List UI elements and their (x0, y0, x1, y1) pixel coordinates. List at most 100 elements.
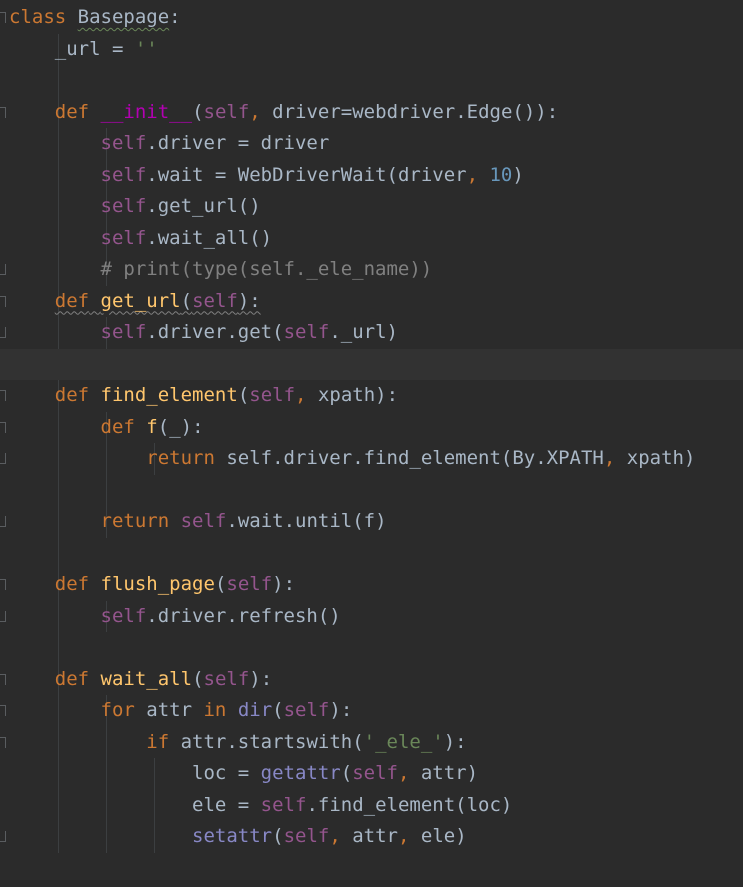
code-line[interactable] (0, 65, 743, 97)
code-token: _url = (9, 37, 135, 60)
code-token: xpath): (306, 384, 399, 406)
code-token: self (283, 699, 330, 721)
code-token: ele) (409, 825, 467, 847)
code-token: def (54, 289, 90, 312)
code-token: .driver.get( (146, 321, 284, 343)
fold-close-icon[interactable] (0, 327, 6, 338)
code-text: _url = '' (9, 34, 158, 66)
code-editor[interactable]: class Basepage: _url = '' def __init__(s… (0, 0, 743, 887)
code-line[interactable]: setattr(self, attr, ele) (0, 821, 743, 853)
code-line[interactable]: if attr.startswith('_ele_'): (0, 727, 743, 759)
code-line[interactable]: def f(_): (0, 412, 743, 444)
code-text: self.driver.get(self._url) (9, 317, 398, 349)
code-token: , (397, 825, 410, 847)
code-token: ( (272, 825, 284, 847)
code-token: Basepage (77, 6, 170, 28)
code-token: ._url) (329, 321, 398, 343)
code-line[interactable]: def flush_page(self): (0, 569, 743, 601)
fold-close-icon[interactable] (0, 453, 6, 464)
code-token: self (100, 226, 147, 249)
code-line[interactable]: loc = getattr(self, attr) (0, 758, 743, 790)
code-text: def wait_all(self): (9, 664, 272, 696)
fold-open-icon[interactable] (0, 12, 6, 23)
code-line[interactable]: class Basepage: (0, 2, 743, 34)
code-token: ): (329, 699, 353, 721)
code-token: .get_url() (146, 195, 261, 217)
code-text: self.get_url() (9, 191, 261, 223)
code-token: find_element (100, 384, 238, 406)
code-line[interactable] (0, 538, 743, 570)
code-token: self (352, 762, 398, 784)
fold-open-icon[interactable] (0, 106, 6, 118)
code-token: self (203, 100, 250, 123)
fold-open-icon[interactable] (0, 705, 6, 716)
code-line[interactable]: return self.driver.find_element(By.XPATH… (0, 443, 743, 475)
code-line[interactable]: self.driver.refresh() (0, 601, 743, 633)
code-token: ): (443, 730, 467, 753)
code-token: self (192, 289, 238, 312)
code-line[interactable]: _url = '' (0, 34, 743, 66)
fold-open-icon[interactable] (0, 421, 6, 433)
fold-open-icon[interactable] (0, 673, 6, 685)
fold-close-icon[interactable] (0, 264, 6, 275)
code-line[interactable]: self.get_url() (0, 191, 743, 223)
code-token: def (54, 667, 90, 690)
code-token: ) (512, 163, 524, 186)
code-token: __init__ (100, 100, 193, 123)
fold-open-icon[interactable] (0, 579, 6, 590)
code-token: self (100, 132, 147, 154)
code-line[interactable]: return self.wait.until(f) (0, 506, 743, 538)
code-text: def f(_): (9, 412, 204, 444)
fold-close-icon[interactable] (0, 516, 6, 527)
code-token: self.driver.find_element(By.XPATH (214, 447, 604, 469)
code-text: return self.wait.until(f) (9, 506, 387, 538)
code-line[interactable]: self.driver = driver (0, 128, 743, 160)
code-line[interactable]: def __init__(self, driver=webdriver.Edge… (0, 97, 743, 129)
fold-open-icon[interactable] (0, 295, 6, 307)
code-token: self (226, 573, 273, 595)
code-token: def (54, 573, 90, 595)
code-line[interactable]: def get_url(self): (0, 286, 743, 318)
code-token: .wait = WebDriverWait(driver (146, 163, 467, 186)
fold-open-icon[interactable] (0, 736, 6, 748)
code-text: return self.driver.find_element(By.XPATH… (9, 443, 695, 475)
code-line[interactable] (0, 632, 743, 664)
code-line[interactable] (0, 475, 743, 507)
code-token: attr (340, 825, 398, 847)
fold-open-icon[interactable] (0, 390, 6, 401)
code-token: : (169, 6, 181, 28)
code-token: attr.startswith( (169, 730, 364, 753)
code-line[interactable]: self.wait_all() (0, 223, 743, 255)
code-line[interactable]: for attr in dir(self): (0, 695, 743, 727)
code-text: self.driver = driver (9, 128, 330, 160)
code-token: self (180, 510, 227, 532)
code-token: xpath) (615, 447, 696, 469)
fold-close-icon[interactable] (0, 831, 6, 842)
code-line[interactable] (0, 348, 743, 380)
code-token: .wait_all() (146, 226, 273, 249)
code-line[interactable]: def wait_all(self): (0, 664, 743, 696)
code-line[interactable]: ele = self.find_element(loc) (0, 790, 743, 822)
code-line[interactable]: self.wait = WebDriverWait(driver, 10) (0, 160, 743, 192)
code-line[interactable]: def find_element(self, xpath): (0, 380, 743, 412)
code-line[interactable]: self.driver.get(self._url) (0, 317, 743, 349)
code-token: , (249, 100, 261, 123)
code-token: ( (214, 573, 227, 595)
code-token: , (295, 384, 307, 406)
code-line[interactable]: # print(type(self._ele_name)) (0, 254, 743, 286)
code-token: dir (237, 699, 273, 721)
code-token: '_ele_' (363, 730, 444, 753)
fold-close-icon[interactable] (0, 610, 6, 622)
